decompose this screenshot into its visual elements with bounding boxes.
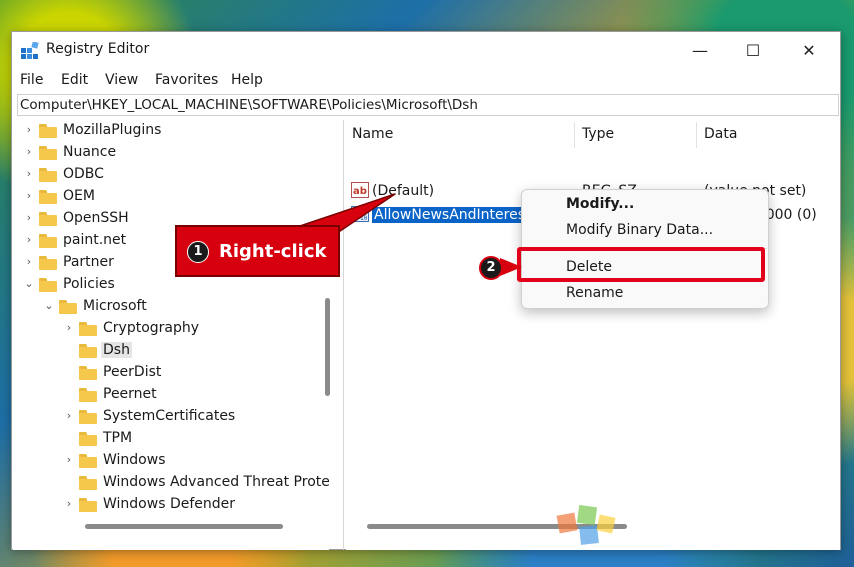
folder-icon <box>39 168 57 182</box>
menu-file[interactable]: File <box>20 72 43 88</box>
tree-item-systemcertificates[interactable]: › SystemCertificates <box>13 406 329 428</box>
tree-item-label: Peernet <box>103 386 157 402</box>
folder-icon <box>79 432 97 446</box>
delete-highlight-box <box>517 247 765 282</box>
tree-item-label: Microsoft <box>83 298 147 314</box>
tree-item-mozillaplugins[interactable]: › MozillaPlugins <box>13 120 329 142</box>
tree-item-microsoft[interactable]: ⌄ Microsoft <box>13 296 329 318</box>
expand-chevron-icon[interactable]: › <box>23 123 35 136</box>
tree-item-label: Windows <box>103 452 166 468</box>
folder-icon <box>79 388 97 402</box>
folder-icon <box>39 256 57 270</box>
menu-item-modify-binary[interactable]: Modify Binary Data... <box>566 222 713 238</box>
expand-chevron-icon[interactable]: › <box>63 321 75 334</box>
values-list: Name Type Data ab (Default) REG_SZ (valu… <box>346 120 840 550</box>
tree-item-label: TPM <box>103 430 133 446</box>
menu-view[interactable]: View <box>105 72 138 88</box>
expand-chevron-icon[interactable]: › <box>23 145 35 158</box>
folder-icon <box>79 454 97 468</box>
address-bar[interactable]: Computer\HKEY_LOCAL_MACHINE\SOFTWARE\Pol… <box>17 94 839 116</box>
minimize-button[interactable]: — <box>677 32 723 68</box>
folder-icon <box>79 322 97 336</box>
winbuzzer-logo-icon <box>556 504 616 545</box>
tree-item-label: ODBC <box>63 166 104 182</box>
folder-icon <box>79 498 97 512</box>
expand-chevron-icon[interactable]: › <box>23 167 35 180</box>
winbuzzer-watermark: WinBuzzer <box>552 500 848 550</box>
expand-chevron-icon[interactable]: › <box>23 255 35 268</box>
menu-help[interactable]: Help <box>231 72 263 88</box>
folder-icon <box>79 366 97 380</box>
tree-item-label: Nuance <box>63 144 117 160</box>
folder-icon <box>39 124 57 138</box>
tree-item-windows-atp[interactable]: Windows Advanced Threat Prote <box>13 472 329 494</box>
tree-item-label: Policies <box>63 276 115 292</box>
expand-chevron-icon[interactable]: › <box>23 189 35 202</box>
tree-item-peerdist[interactable]: PeerDist <box>13 362 329 384</box>
tree-item-windows-defender[interactable]: › Windows Defender <box>13 494 329 516</box>
collapse-chevron-icon[interactable]: ⌄ <box>23 277 35 290</box>
maximize-button[interactable]: ☐ <box>730 32 776 68</box>
expand-chevron-icon[interactable]: › <box>63 453 75 466</box>
step-1-badge: 1 <box>187 241 209 263</box>
close-button[interactable]: ✕ <box>786 32 832 68</box>
tree-item-label: MozillaPlugins <box>63 122 162 138</box>
tree-item-policies[interactable]: ⌄ Policies <box>13 274 329 296</box>
tree-item-tpm[interactable]: TPM <box>13 428 329 450</box>
folder-icon <box>39 278 57 292</box>
expand-chevron-icon[interactable]: › <box>63 409 75 422</box>
address-path: Computer\HKEY_LOCAL_MACHINE\SOFTWARE\Pol… <box>20 97 478 113</box>
folder-icon <box>59 300 77 314</box>
menu-favorites[interactable]: Favorites <box>155 72 218 88</box>
tree-item-nuance[interactable]: › Nuance <box>13 142 329 164</box>
menu-item-modify[interactable]: Modify... <box>566 196 634 212</box>
tree-item-odbc[interactable]: › ODBC <box>13 164 329 186</box>
folder-icon <box>39 190 57 204</box>
expand-chevron-icon[interactable]: › <box>23 211 35 224</box>
title-bar[interactable]: Registry Editor — ☐ ✕ <box>12 32 840 68</box>
tree-horizontal-scrollbar[interactable] <box>85 524 283 529</box>
folder-icon <box>39 212 57 226</box>
tree-item-peernet[interactable]: Peernet <box>13 384 329 406</box>
watermark-text: WinBuzzer <box>626 506 838 546</box>
registry-editor-icon <box>21 42 39 59</box>
tree-item-label: Partner <box>63 254 114 270</box>
callout-text: Right-click <box>219 241 327 262</box>
expand-chevron-icon[interactable]: › <box>23 233 35 246</box>
tree-item-windows[interactable]: › Windows <box>13 450 329 472</box>
column-header-data[interactable]: Data <box>704 126 737 142</box>
expand-chevron-icon[interactable]: › <box>63 497 75 510</box>
window-title: Registry Editor <box>46 41 150 57</box>
step-2-badge: 2 <box>479 256 503 280</box>
folder-icon <box>39 234 57 248</box>
tree-item-label: Dsh <box>101 342 132 358</box>
tree-item-dsh[interactable]: Dsh <box>13 340 329 362</box>
tree-item-label: OpenSSH <box>63 210 129 226</box>
tree-item-label: Windows Defender <box>103 496 236 512</box>
column-header-type[interactable]: Type <box>582 126 614 142</box>
menu-edit[interactable]: Edit <box>61 72 88 88</box>
tree-item-label: Cryptography <box>103 320 200 336</box>
menu-bar: File Edit View Favorites Help <box>12 68 840 92</box>
pane-splitter[interactable] <box>343 120 344 550</box>
column-divider[interactable] <box>574 122 575 148</box>
tree-item-label: OEM <box>63 188 95 204</box>
tree-item-label: PeerDist <box>103 364 162 380</box>
tree-item-cryptography[interactable]: › Cryptography <box>13 318 329 340</box>
step-2-arrow <box>500 258 522 276</box>
column-header-name[interactable]: Name <box>352 126 393 142</box>
collapse-chevron-icon[interactable]: ⌄ <box>43 299 55 312</box>
folder-icon <box>39 146 57 160</box>
tree-item-label: SystemCertificates <box>103 408 236 424</box>
folder-icon <box>79 410 97 424</box>
tree-item-label: Windows Advanced Threat Prote <box>103 474 329 490</box>
column-divider[interactable] <box>696 122 697 148</box>
key-tree: › MozillaPlugins › Nuance › ODBC › OEM ›… <box>13 120 329 550</box>
folder-icon <box>79 476 97 490</box>
right-click-callout: 1 Right-click <box>175 225 340 277</box>
folder-icon <box>79 344 97 358</box>
tree-item-label: paint.net <box>63 232 127 248</box>
menu-item-rename[interactable]: Rename <box>566 285 623 301</box>
tree-vertical-scrollbar[interactable] <box>325 298 330 396</box>
